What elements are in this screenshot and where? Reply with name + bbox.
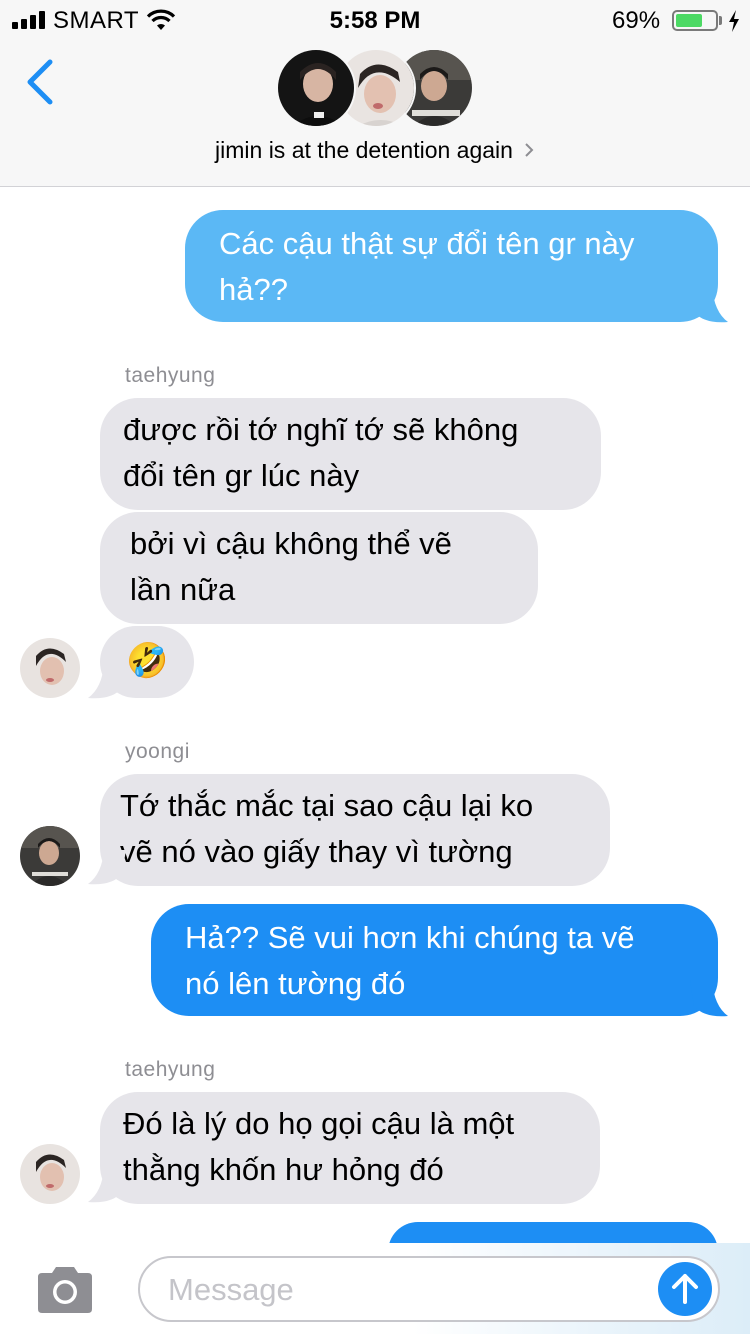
message-text: Hả?? Sẽ vui hơn khi chúng ta vẽ nó lên tư…	[185, 920, 635, 1001]
incoming-message[interactable]: Đó là lý do họ gọi cậu là một thằng khốn …	[100, 1092, 600, 1204]
battery-percent: 69%	[612, 7, 661, 34]
message-text: được rồi tớ nghĩ tớ sẽ không đổi tên gr l…	[123, 412, 519, 493]
sender-avatar[interactable]	[20, 826, 80, 886]
arrow-up-icon	[672, 1274, 698, 1304]
back-button[interactable]	[22, 58, 58, 106]
incoming-message[interactable]: Tớ thắc mắc tại sao cậu lại ko vẽ nó vào …	[100, 774, 610, 886]
incoming-message[interactable]: được rồi tớ nghĩ tớ sẽ không đổi tên gr l…	[100, 398, 601, 510]
message-placeholder: Message	[168, 1272, 294, 1307]
charging-bolt-icon	[729, 10, 739, 32]
send-button[interactable]	[658, 1262, 712, 1316]
sender-name: taehyung	[125, 1058, 216, 1081]
group-title: jimin is at the detention again	[215, 137, 513, 163]
sender-avatar[interactable]	[20, 1144, 80, 1204]
outgoing-message[interactable]: Hả?? Sẽ vui hơn khi chúng ta vẽ nó lên tư…	[151, 904, 718, 1016]
outgoing-message[interactable]: Các cậu thật sự đổi tên gr này hả??	[185, 210, 718, 322]
message-text: Tớ thắc mắc tại sao cậu lại ko vẽ nó vào …	[120, 788, 534, 869]
status-bar: SMART 5:58 PM 69%	[0, 0, 750, 40]
message-text: bởi vì cậu không thể vẽ lần nữa	[130, 526, 452, 607]
chat-header: SMART 5:58 PM 69% jimin is at the detent…	[0, 0, 750, 187]
sender-name: yoongi	[125, 740, 190, 763]
sender-avatar[interactable]	[20, 638, 80, 698]
chevron-right-icon	[525, 143, 534, 157]
emoji-message: 🤣	[126, 642, 169, 680]
bubble-tail	[690, 980, 728, 1017]
bubble-tail	[88, 664, 126, 699]
group-title-button[interactable]: jimin is at the detention again	[0, 137, 750, 164]
bubble-tail	[88, 1168, 126, 1203]
message-text: Các cậu thật sự đổi tên gr này hả??	[219, 226, 635, 307]
battery-level-fill	[676, 14, 702, 27]
battery-icon	[672, 10, 718, 31]
sender-name: taehyung	[125, 364, 216, 387]
avatar	[276, 48, 356, 128]
bubble-tail	[690, 286, 728, 323]
camera-icon[interactable]	[34, 1265, 96, 1315]
battery-tip	[719, 16, 722, 25]
incoming-message[interactable]: bởi vì cậu không thể vẽ lần nữa	[100, 512, 538, 624]
message-text: Đó là lý do họ gọi cậu là một thằng khốn …	[123, 1106, 515, 1187]
group-avatars[interactable]	[276, 48, 476, 130]
bubble-tail	[88, 850, 126, 885]
message-input[interactable]: Message	[138, 1256, 720, 1322]
